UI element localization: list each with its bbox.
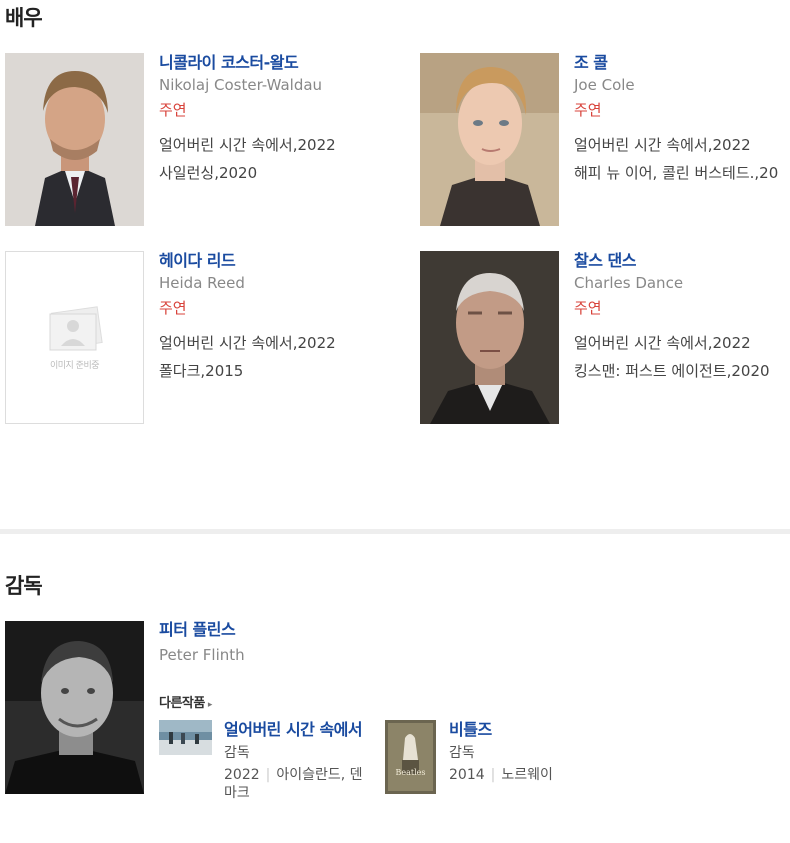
actor-work[interactable]: 얼어버린 시간 속에서,2022 [574,131,790,159]
actor-photo[interactable] [420,53,559,226]
actor-photo[interactable] [5,53,144,226]
actor-role: 주연 [574,101,602,119]
work-year: 2022 [224,767,260,783]
actors-section-title: 배우 [5,6,43,30]
actor-role: 주연 [159,101,187,119]
actor-work[interactable]: 얼어버린 시간 속에서,2022 [574,329,790,357]
placeholder-text: 이미지 준비중 [49,361,100,371]
actor-name-ko[interactable]: 찰스 댄스 [574,251,790,271]
actor-card: 찰스 댄스 Charles Dance 주연 얼어버린 시간 속에서,2022 … [420,251,790,431]
actor-work[interactable]: 얼어버린 시간 속에서,2022 [159,131,429,159]
actor-role: 주연 [159,299,187,317]
image-placeholder-icon [49,306,103,351]
work-country: 노르웨이 [501,767,553,783]
separator: | [265,767,271,783]
actor-name-en: Nikolaj Coster-Waldau [159,76,323,94]
actor-role: 주연 [574,299,602,317]
actor-name-ko[interactable]: 조 콜 [574,53,790,73]
actor-name-ko[interactable]: 헤이다 리드 [159,251,429,271]
work-title[interactable]: 얼어버린 시간 속에서 [224,720,369,740]
actor-work[interactable]: 얼어버린 시간 속에서,2022 [159,329,429,357]
actor-work[interactable]: 킹스맨: 퍼스트 에이전트,2020 [574,357,790,385]
actor-card: 이미지 준비중 헤이다 리드 Heida Reed 주연 얼어버린 시간 속에서… [5,251,405,431]
actor-name-en: Heida Reed [159,274,245,292]
work-poster[interactable]: Beatles [385,720,436,794]
work-year: 2014 [449,767,485,783]
separator: | [490,767,496,783]
actor-work[interactable]: 폴다크,2015 [159,357,429,385]
work-role: 감독 [449,745,475,761]
actor-work[interactable]: 사일런싱,2020 [159,159,429,187]
actor-card: 조 콜 Joe Cole 주연 얼어버린 시간 속에서,2022 해피 뉴 이어… [420,53,790,233]
other-works-label: 다른작품 [159,696,205,711]
work-title[interactable]: 비틀즈 [449,720,589,740]
work-role: 감독 [224,745,250,761]
actor-photo-placeholder[interactable]: 이미지 준비중 [5,251,144,424]
work-thumbnail[interactable] [159,720,212,755]
actor-name-ko[interactable]: 니콜라이 코스터-왈도 [159,53,429,73]
director-name-ko[interactable]: 피터 플린스 [159,620,779,640]
chevron-right-icon: ▸ [207,700,213,710]
poster-text: Beatles [395,768,426,777]
director-name-en: Peter Flinth [159,646,245,664]
director-photo[interactable] [5,621,144,794]
actor-card: 니콜라이 코스터-왈도 Nikolaj Coster-Waldau 주연 얼어버… [5,53,405,233]
actor-name-en: Charles Dance [574,274,684,292]
section-divider [0,529,790,534]
actor-work[interactable]: 해피 뉴 이어, 콜린 버스테드.,20 [574,159,790,187]
other-works-link[interactable]: 다른작품 ▸ [159,692,212,711]
director-section-title: 감독 [5,574,43,598]
actor-name-en: Joe Cole [574,76,635,94]
actor-photo[interactable] [420,251,559,424]
